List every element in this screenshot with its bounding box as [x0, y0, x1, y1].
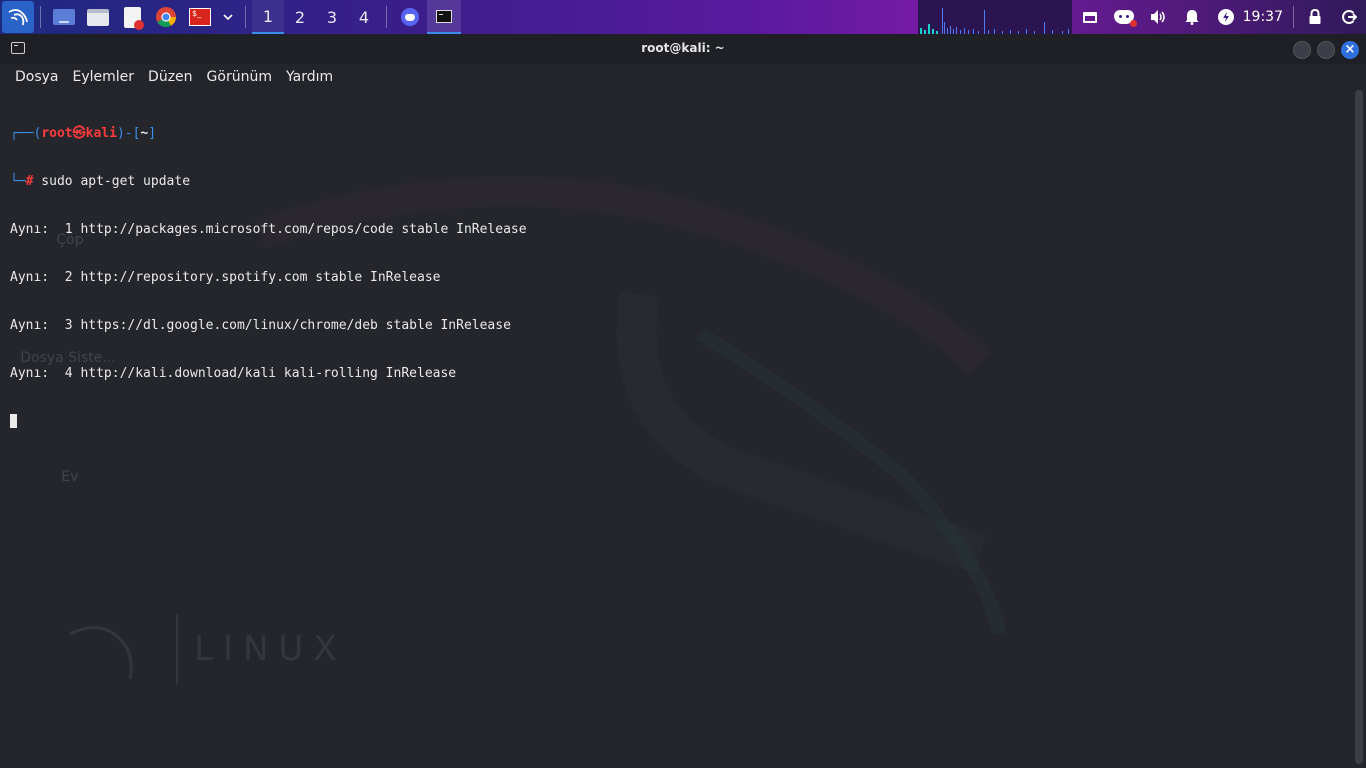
volume-button[interactable]	[1141, 0, 1175, 34]
file-manager-launcher[interactable]	[81, 0, 115, 34]
prompt-close: ]	[148, 126, 157, 141]
chrome-launcher[interactable]	[149, 0, 183, 34]
terminal-icon	[436, 9, 452, 23]
output-line: Aynı: 4 http://kali.download/kali kali-r…	[10, 366, 457, 381]
desktop-icon	[53, 9, 75, 25]
prompt-user: root㉿kali	[41, 126, 117, 141]
notification-bell-icon	[1185, 10, 1199, 25]
scrollbar-thumb[interactable]	[1355, 90, 1363, 764]
logout-button[interactable]	[1332, 0, 1366, 34]
workspace-3[interactable]: 3	[316, 0, 348, 34]
volume-icon	[1150, 10, 1165, 24]
clock[interactable]: 19:37	[1243, 9, 1289, 25]
discord-tray-button[interactable]	[1107, 0, 1141, 34]
panel-separator	[245, 6, 246, 28]
launcher-dropdown[interactable]	[217, 0, 239, 34]
prompt-line-2: └─# sudo apt-get update	[10, 174, 527, 190]
notifications-button[interactable]	[1175, 0, 1209, 34]
output-line: Aynı: 2 http://repository.spotify.com st…	[10, 270, 441, 285]
discord-tray-icon	[1113, 10, 1137, 27]
power-manager-icon	[1217, 9, 1234, 25]
menu-duzen[interactable]: Düzen	[141, 69, 200, 85]
panel-separator	[40, 6, 41, 28]
menu-bar: Dosya Eylemler Düzen Görünüm Yardım	[0, 64, 1366, 90]
lock-screen-button[interactable]	[1298, 0, 1332, 34]
power-manager-button[interactable]	[1209, 0, 1243, 34]
terminal-window: root@kali: ~ × Dosya Eylemler Düzen Görü…	[0, 34, 1366, 768]
close-button[interactable]: ×	[1341, 41, 1359, 59]
task-terminal[interactable]	[427, 0, 461, 34]
output-line: Aynı: 1 http://packages.microsoft.com/re…	[10, 222, 527, 237]
panel-separator	[386, 6, 387, 28]
kali-menu-icon	[1, 1, 34, 33]
kali-menu-button[interactable]	[0, 0, 34, 34]
menu-yardim[interactable]: Yardım	[279, 69, 340, 85]
terminal-scrollbar[interactable]	[1355, 90, 1363, 764]
discord-icon	[401, 8, 419, 26]
chevron-down-icon	[223, 14, 233, 21]
prompt-second: └─	[10, 174, 26, 189]
menu-eylemler[interactable]: Eylemler	[66, 69, 142, 85]
window-titlebar[interactable]: root@kali: ~ ×	[0, 34, 1366, 64]
panel-separator	[1293, 6, 1294, 28]
maximize-button[interactable]	[1317, 41, 1335, 59]
cursor-line	[10, 414, 527, 430]
workspace-4[interactable]: 4	[348, 0, 380, 34]
lock-icon	[1309, 9, 1321, 24]
menu-gorunum[interactable]: Görünüm	[200, 69, 279, 85]
minimize-button[interactable]	[1293, 41, 1311, 59]
task-discord[interactable]	[393, 0, 427, 34]
show-desktop-launcher[interactable]	[47, 0, 81, 34]
chrome-icon	[156, 7, 176, 27]
system-tray: 19:37	[1073, 0, 1366, 34]
root-terminal-launcher[interactable]: $_	[183, 0, 217, 34]
workspace-1[interactable]: 1	[252, 0, 284, 34]
text-cursor	[10, 414, 17, 428]
top-panel: $_ 1 2 3 4 19:37	[0, 0, 1366, 34]
command-text: sudo apt-get update	[33, 174, 191, 189]
menu-dosya[interactable]: Dosya	[8, 69, 66, 85]
terminal-output-area[interactable]: ┌──(root㉿kali)-[~] └─# sudo apt-get upda…	[0, 90, 1350, 768]
file-manager-icon	[87, 8, 109, 26]
prompt-line-1: ┌──(root㉿kali)-[~]	[10, 126, 527, 142]
text-editor-icon	[123, 6, 144, 30]
prompt-open: ┌──(	[10, 126, 42, 141]
prompt-mid: )-[	[116, 126, 141, 141]
close-icon: ×	[1344, 42, 1356, 57]
window-title: root@kali: ~	[641, 41, 725, 55]
terminal-red-icon: $_	[189, 8, 211, 26]
text-editor-launcher[interactable]	[115, 0, 149, 34]
cpu-graph	[918, 0, 1072, 34]
workspace-2[interactable]: 2	[284, 0, 316, 34]
display-button[interactable]	[1073, 0, 1107, 34]
logout-icon	[1342, 10, 1357, 24]
display-icon	[1082, 11, 1097, 23]
output-line: Aynı: 3 https://dl.google.com/linux/chro…	[10, 318, 511, 333]
